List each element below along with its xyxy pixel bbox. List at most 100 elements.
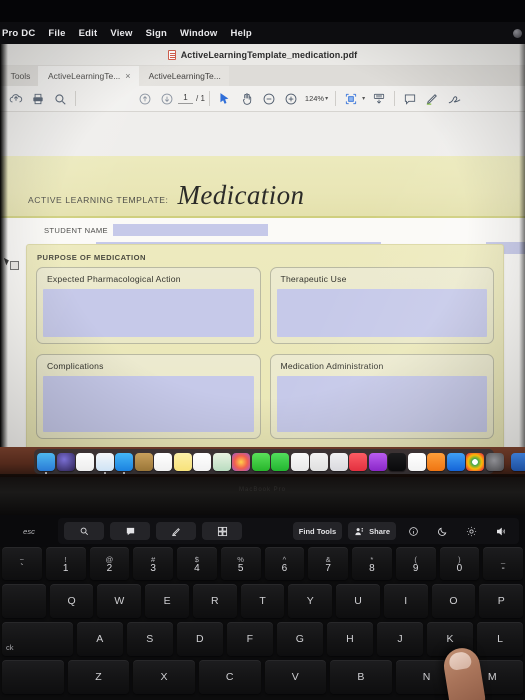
touchbar-brightness-icon[interactable] — [460, 522, 483, 540]
zoom-level-label[interactable]: 124% — [305, 94, 324, 103]
menubar-item-file[interactable]: File — [48, 28, 65, 39]
messages-icon[interactable] — [251, 452, 270, 471]
key-c[interactable]: C — [198, 660, 261, 694]
key-g[interactable]: G — [276, 622, 323, 656]
key-y[interactable]: Y — [288, 584, 333, 618]
key-r[interactable]: R — [192, 584, 237, 618]
touchbar-info-circle-icon[interactable] — [402, 522, 425, 540]
key-caps-lock[interactable]: ck — [2, 622, 73, 656]
previous-page-icon[interactable] — [134, 88, 156, 110]
card-therapeutic-use[interactable]: Therapeutic Use — [269, 267, 494, 344]
word-icon[interactable] — [510, 452, 525, 471]
zoom-in-icon[interactable] — [280, 88, 302, 110]
touchbar-esc-key[interactable]: esc — [0, 515, 58, 547]
menubar-app-name[interactable]: Pro DC — [2, 28, 35, 39]
mail-icon[interactable] — [115, 452, 133, 474]
touchbar-find-tools-button[interactable]: Find Tools — [292, 522, 343, 540]
key-`[interactable]: ~ ` — [2, 547, 42, 580]
key-modifier[interactable] — [2, 584, 46, 618]
complications-input[interactable] — [43, 376, 254, 432]
key-l[interactable]: L — [476, 622, 524, 656]
keynote-icon[interactable] — [329, 452, 348, 471]
fit-page-icon[interactable] — [340, 88, 362, 110]
app-store-icon[interactable] — [446, 452, 465, 471]
menubar-item-edit[interactable]: Edit — [79, 28, 98, 39]
key-9[interactable]: (9 — [395, 547, 436, 580]
key-x[interactable]: X — [133, 660, 195, 694]
contacts-icon[interactable] — [134, 452, 153, 471]
select-cursor-icon[interactable] — [214, 88, 236, 110]
menubar-item-help[interactable]: Help — [231, 28, 252, 39]
key-f[interactable]: F — [226, 622, 273, 656]
touchbar-markup-pen-icon[interactable] — [156, 522, 196, 540]
appletv-icon[interactable] — [388, 452, 406, 471]
zoom-dropdown-caret-icon[interactable]: ▾ — [325, 95, 328, 102]
pages-icon[interactable] — [290, 452, 309, 471]
print-icon[interactable] — [27, 88, 49, 110]
fit-dropdown-caret-icon[interactable]: ▾ — [362, 95, 365, 102]
key-z[interactable]: Z — [67, 660, 130, 694]
tab-document-1[interactable]: ActiveLearningTe... × — [38, 66, 139, 86]
touchbar-volume-icon[interactable] — [489, 522, 513, 540]
expected-pharmacological-action-input[interactable] — [43, 289, 254, 337]
menubar-item-window[interactable]: Window — [180, 28, 218, 39]
scroll-mode-icon[interactable] — [368, 88, 390, 110]
card-expected-pharmacological-action[interactable]: Expected Pharmacological Action — [36, 267, 261, 344]
key-3[interactable]: #3 — [133, 547, 173, 580]
key-b[interactable]: B — [330, 660, 392, 694]
key-modifier[interactable] — [2, 660, 64, 694]
key-2[interactable]: @2 — [89, 547, 130, 580]
key-1[interactable]: ! 1 — [45, 547, 86, 580]
key-v[interactable]: V — [264, 660, 327, 694]
key-w[interactable]: W — [97, 584, 142, 618]
finder-icon[interactable] — [37, 452, 55, 474]
hand-tool-icon[interactable] — [236, 88, 258, 110]
highlight-pen-icon[interactable] — [421, 88, 443, 110]
facetime-icon[interactable] — [271, 452, 289, 471]
key-7[interactable]: & 7 — [308, 547, 348, 580]
books-icon[interactable] — [427, 452, 445, 471]
key-4[interactable]: $4 — [177, 547, 217, 580]
key-5[interactable]: % 5 — [220, 547, 261, 580]
photos-app-icon[interactable] — [232, 452, 250, 471]
card-medication-administration[interactable]: Medication Administration — [269, 354, 494, 439]
reminders-icon[interactable] — [193, 452, 211, 471]
card-complications[interactable]: Complications — [36, 354, 261, 439]
student-name-input[interactable] — [112, 224, 268, 236]
key-o[interactable]: O — [431, 584, 476, 618]
therapeutic-use-input[interactable] — [276, 289, 487, 337]
key--[interactable]: _ - — [483, 547, 523, 580]
key-d[interactable]: D — [176, 622, 223, 656]
next-page-icon[interactable] — [156, 88, 178, 110]
chrome-icon[interactable] — [466, 452, 484, 471]
notes-icon[interactable] — [173, 452, 192, 471]
menubar-item-view[interactable]: View — [110, 28, 132, 39]
key-p[interactable]: P — [479, 584, 524, 618]
annotation-marker-icon[interactable] — [10, 261, 19, 270]
key-8[interactable]: * 8 — [352, 547, 392, 580]
tab-document-2[interactable]: ActiveLearningTe... — [138, 66, 229, 86]
key-t[interactable]: T — [240, 584, 285, 618]
sign-document-icon[interactable] — [443, 88, 465, 110]
key-s[interactable]: S — [126, 622, 173, 656]
key-i[interactable]: I — [383, 584, 428, 618]
save-to-cloud-icon[interactable] — [5, 88, 27, 110]
key-q[interactable]: Q — [49, 584, 94, 618]
system-preferences-icon[interactable] — [485, 452, 504, 471]
zoom-out-icon[interactable] — [258, 88, 280, 110]
medication-administration-input[interactable] — [276, 376, 487, 432]
touchbar-comment-icon[interactable] — [110, 522, 150, 540]
maps-icon[interactable] — [212, 452, 231, 471]
touchbar-do-not-disturb-moon-icon[interactable] — [431, 522, 454, 540]
podcasts-icon[interactable] — [368, 452, 387, 471]
key-h[interactable]: H — [326, 622, 373, 656]
launchpad-icon[interactable] — [56, 452, 75, 471]
key-u[interactable]: U — [336, 584, 380, 618]
news-icon[interactable] — [407, 452, 426, 471]
key-e[interactable]: E — [145, 584, 189, 618]
touchbar-thumbnail-grid-icon[interactable] — [202, 522, 242, 540]
current-page-input[interactable]: 1 — [178, 93, 193, 104]
numbers-icon[interactable] — [310, 452, 328, 471]
photos-icon[interactable] — [76, 452, 94, 471]
close-icon[interactable]: × — [125, 71, 130, 81]
